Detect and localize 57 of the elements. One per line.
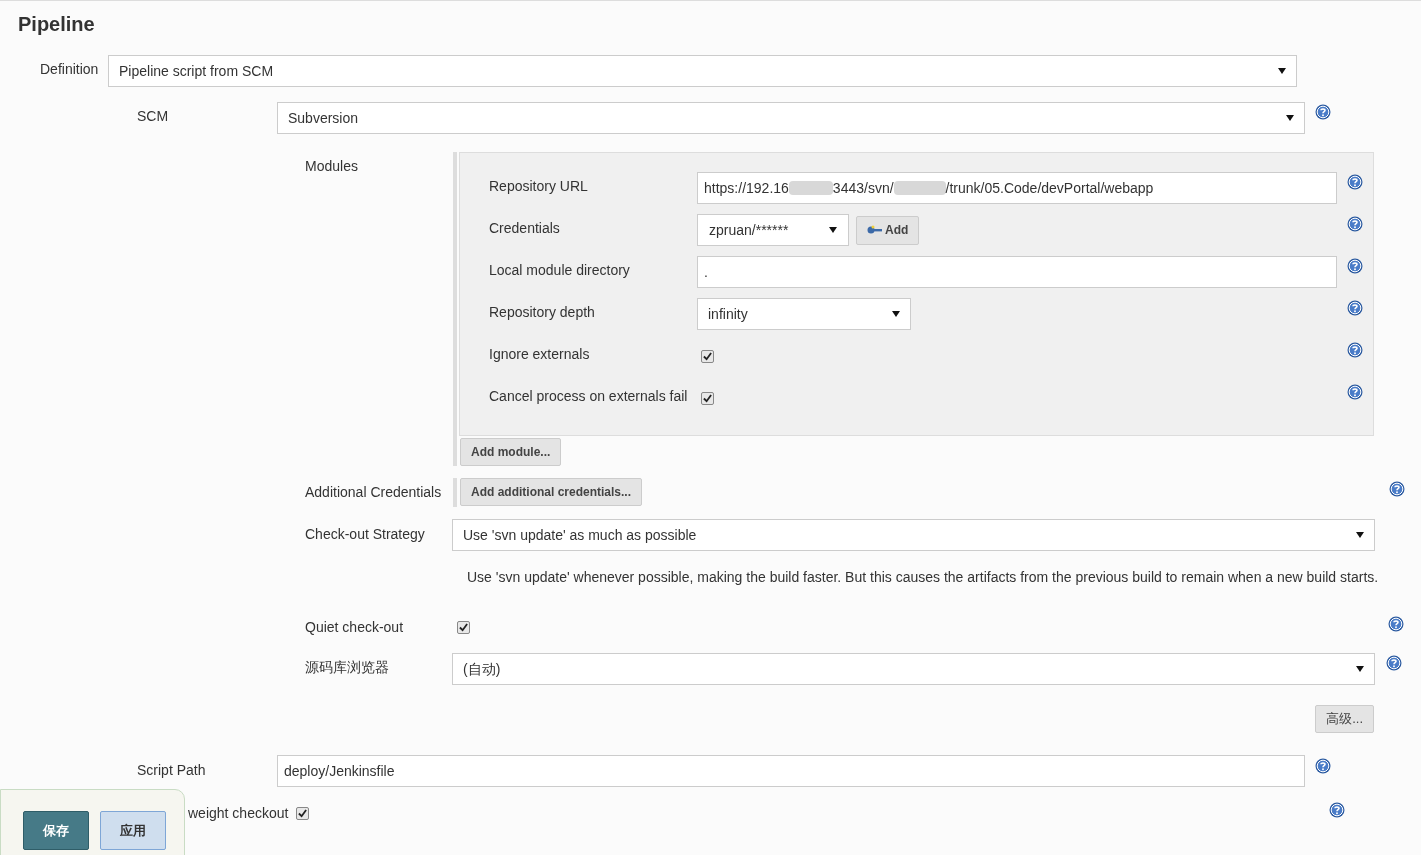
- button[interactable]: Add module...: [460, 438, 562, 466]
- field-label: Local module directory: [489, 260, 631, 280]
- help-icon[interactable]: [1329, 802, 1346, 818]
- save-button[interactable]: 保存: [23, 811, 89, 850]
- button[interactable]: Add additional credentials...: [460, 478, 643, 506]
- help-icon[interactable]: [1347, 258, 1363, 274]
- checkbox[interactable]: [701, 349, 714, 363]
- dropdown-caret-icon: [1356, 532, 1364, 538]
- help-icon[interactable]: [1347, 300, 1363, 316]
- help-icon[interactable]: [1347, 384, 1363, 400]
- checkbox[interactable]: [457, 620, 470, 634]
- field-label: weight checkout: [188, 803, 289, 823]
- select-field[interactable]: Pipeline script from SCM: [108, 55, 1297, 87]
- dropdown-caret-icon: [1356, 666, 1364, 672]
- input-field[interactable]: deploy/Jenkinsfile: [277, 755, 1305, 787]
- field-label: Check-out Strategy: [305, 524, 426, 544]
- select-field[interactable]: infinity: [697, 298, 911, 330]
- key-icon: [867, 225, 883, 235]
- help-icon[interactable]: [1315, 103, 1331, 120]
- input-field[interactable]: .: [697, 256, 1337, 288]
- select-field[interactable]: (自动): [452, 653, 1375, 685]
- checkbox[interactable]: [296, 806, 310, 820]
- help-icon[interactable]: [1315, 758, 1331, 774]
- field-label: Definition: [40, 60, 100, 79]
- field-label: Ignore externals: [489, 344, 591, 364]
- description-text: Use 'svn update' whenever possible, making the build faster. But this causes the artifacts from the previous build to remain when a new build starts.: [467, 568, 1380, 587]
- help-icon[interactable]: [1388, 616, 1404, 632]
- help-icon[interactable]: [1386, 655, 1402, 671]
- checkbox[interactable]: [701, 391, 714, 405]
- dropdown-caret-icon: [829, 227, 837, 233]
- field-label: Cancel process on externals fail: [489, 386, 689, 406]
- field-label: Repository URL: [489, 176, 589, 196]
- field-label: Quiet check-out: [305, 617, 405, 637]
- select-field[interactable]: Subversion: [277, 102, 1305, 134]
- add-button[interactable]: Add: [856, 215, 920, 245]
- select-field[interactable]: Use 'svn update' as much as possible: [452, 519, 1375, 551]
- field-label: Repository depth: [489, 302, 596, 322]
- help-icon[interactable]: [1389, 480, 1405, 497]
- dropdown-caret-icon: [892, 311, 900, 317]
- field-label: Credentials: [489, 218, 561, 238]
- input-field[interactable]: https://192.16 3443/svn/ /trunk/05.Code/devPortal/webapp: [697, 172, 1337, 204]
- help-icon[interactable]: [1347, 342, 1363, 358]
- apply-button[interactable]: 应用: [100, 811, 166, 850]
- button[interactable]: 高级...: [1315, 705, 1374, 733]
- field-label: Modules: [305, 157, 359, 176]
- field-label: 源码库浏览器: [305, 657, 390, 677]
- select-field[interactable]: zpruan/******: [697, 214, 849, 246]
- redacted-blur: [893, 181, 946, 195]
- field-label: Script Path: [137, 760, 207, 780]
- help-icon[interactable]: [1347, 174, 1363, 190]
- help-icon[interactable]: [1347, 216, 1363, 232]
- dropdown-caret-icon: [1278, 68, 1286, 74]
- field-label: SCM: [137, 107, 170, 126]
- dropdown-caret-icon: [1286, 115, 1294, 121]
- field-label: Additional Credentials: [305, 483, 443, 502]
- redacted-blur: [788, 181, 833, 195]
- section-title: Pipeline: [18, 12, 96, 37]
